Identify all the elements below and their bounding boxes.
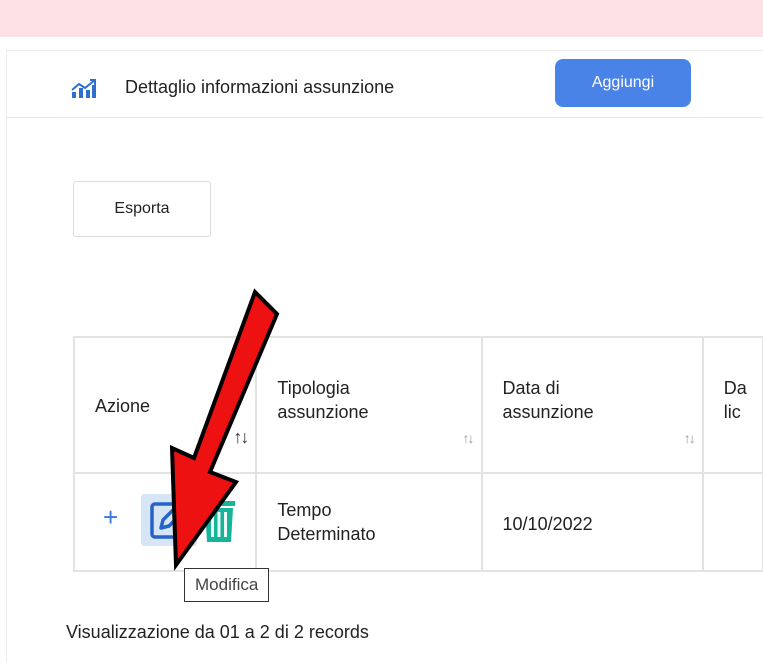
column-header-tipologia[interactable]: Tipologia assunzione ↑↓ xyxy=(255,336,483,474)
data-licenziamento-cell xyxy=(701,472,763,572)
card-header: Dettaglio informazioni assunzione Aggiun… xyxy=(7,51,763,118)
plus-icon[interactable]: + xyxy=(103,502,118,532)
trash-icon[interactable] xyxy=(201,496,237,544)
assunzione-table: Azione ↑↓ Tipologia assunzione ↑↓ Data di… xyxy=(72,336,763,572)
column-header-azione[interactable]: Azione ↑↓ xyxy=(72,336,258,474)
column-label: Data di assunzione xyxy=(502,378,594,422)
tipologia-cell: Tempo Determinato xyxy=(255,472,483,572)
sort-icon[interactable]: ↑↓ xyxy=(463,430,475,446)
chart-line-icon xyxy=(71,79,96,98)
sort-icon[interactable]: ↑↓ xyxy=(684,430,696,446)
edit-icon[interactable] xyxy=(147,498,191,542)
top-banner xyxy=(0,0,763,37)
data-assunzione-cell: 10/10/2022 xyxy=(480,472,704,572)
table-row: + Tempo Determinato 10/10/2022 xyxy=(72,472,763,572)
tipologia-value: Tempo Determinato xyxy=(277,500,376,544)
actions-cell: + xyxy=(72,472,258,572)
column-label: Da lic xyxy=(723,378,747,422)
export-button[interactable]: Esporta xyxy=(73,181,211,237)
column-label: Tipologia assunzione xyxy=(277,378,369,422)
data-assunzione-value: 10/10/2022 xyxy=(502,514,593,534)
column-label: Azione xyxy=(95,396,151,416)
tooltip: Modifica xyxy=(184,568,270,602)
column-header-data-licenziamento[interactable]: Da lic xyxy=(701,336,763,474)
assunzione-card: Dettaglio informazioni assunzione Aggiun… xyxy=(6,50,763,662)
column-header-data-assunzione[interactable]: Data di assunzione ↑↓ xyxy=(480,336,704,474)
add-button[interactable]: Aggiungi xyxy=(555,59,691,107)
table-header-row: Azione ↑↓ Tipologia assunzione ↑↓ Data di… xyxy=(72,336,763,474)
sort-icon[interactable]: ↑↓ xyxy=(233,427,249,448)
page-title: Dettaglio informazioni assunzione xyxy=(125,77,395,97)
records-info: Visualizzazione da 01 a 2 di 2 records xyxy=(66,622,369,642)
edit-button[interactable] xyxy=(141,494,197,546)
